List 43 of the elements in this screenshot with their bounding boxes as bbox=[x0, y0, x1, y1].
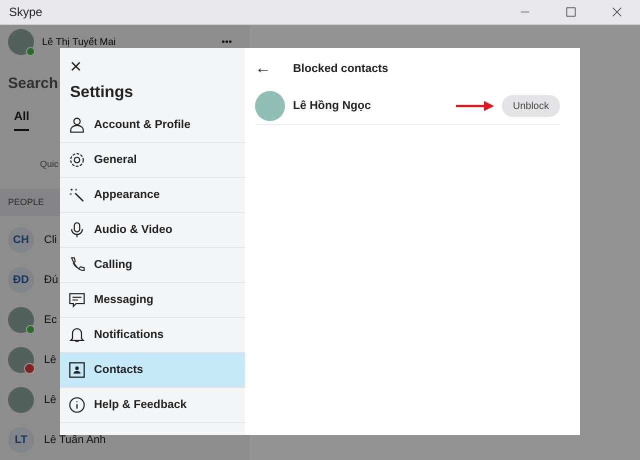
message-icon bbox=[68, 291, 86, 309]
section-label: PEOPLE bbox=[8, 197, 44, 208]
back-button[interactable]: ← bbox=[255, 60, 293, 78]
contact-name[interactable]: Ec bbox=[44, 314, 57, 326]
contact-name[interactable]: Lê bbox=[44, 394, 56, 406]
settings-icon bbox=[68, 151, 86, 169]
settings-menu-item[interactable]: Help & Feedback bbox=[60, 388, 245, 423]
wand-icon bbox=[68, 186, 86, 204]
more-button[interactable]: ••• bbox=[221, 36, 232, 48]
avatar bbox=[8, 387, 34, 413]
contact-name: Lê Hồng Ngọc bbox=[293, 100, 372, 112]
close-icon bbox=[611, 6, 623, 18]
contact-name[interactable]: Cli bbox=[44, 234, 57, 246]
avatar: CH bbox=[8, 227, 34, 253]
phone-icon bbox=[68, 256, 86, 274]
settings-menu-item[interactable]: Messaging bbox=[60, 283, 245, 318]
settings-menu-item[interactable]: Account & Profile bbox=[60, 108, 245, 143]
unblock-button[interactable]: Unblock bbox=[502, 95, 560, 117]
avatar bbox=[255, 91, 285, 121]
person-icon bbox=[68, 116, 86, 134]
contact-name[interactable]: Đú bbox=[44, 274, 58, 286]
hint-text: Quic bbox=[40, 158, 59, 169]
settings-menu-item[interactable]: Calling bbox=[60, 248, 245, 283]
settings-menu-item[interactable]: Contacts bbox=[60, 353, 245, 388]
tab[interactable]: All bbox=[14, 108, 30, 131]
window-title: Skype bbox=[9, 5, 42, 19]
settings-title: Settings bbox=[69, 83, 134, 103]
maximize-icon bbox=[565, 6, 577, 18]
contact-name[interactable]: Lê Tuấn Anh bbox=[44, 434, 106, 446]
close-button[interactable]: × bbox=[60, 52, 245, 82]
avatar: ĐD bbox=[8, 267, 34, 293]
pane-title: Blocked contacts bbox=[293, 63, 388, 75]
contact-card-icon bbox=[68, 361, 86, 379]
bell-icon bbox=[68, 326, 86, 344]
settings-menu-item[interactable]: General bbox=[60, 143, 245, 178]
avatar[interactable] bbox=[8, 29, 34, 56]
microphone-icon bbox=[68, 221, 86, 239]
avatar: LT bbox=[8, 427, 34, 453]
info-icon bbox=[68, 396, 86, 414]
settings-menu-item[interactable]: Appearance bbox=[60, 178, 245, 213]
contact-name[interactable]: Lê bbox=[44, 354, 56, 366]
settings-menu-item[interactable]: Audio & Video bbox=[60, 213, 245, 248]
profile-name: Lê Thị Tuyết Mai bbox=[42, 36, 117, 48]
